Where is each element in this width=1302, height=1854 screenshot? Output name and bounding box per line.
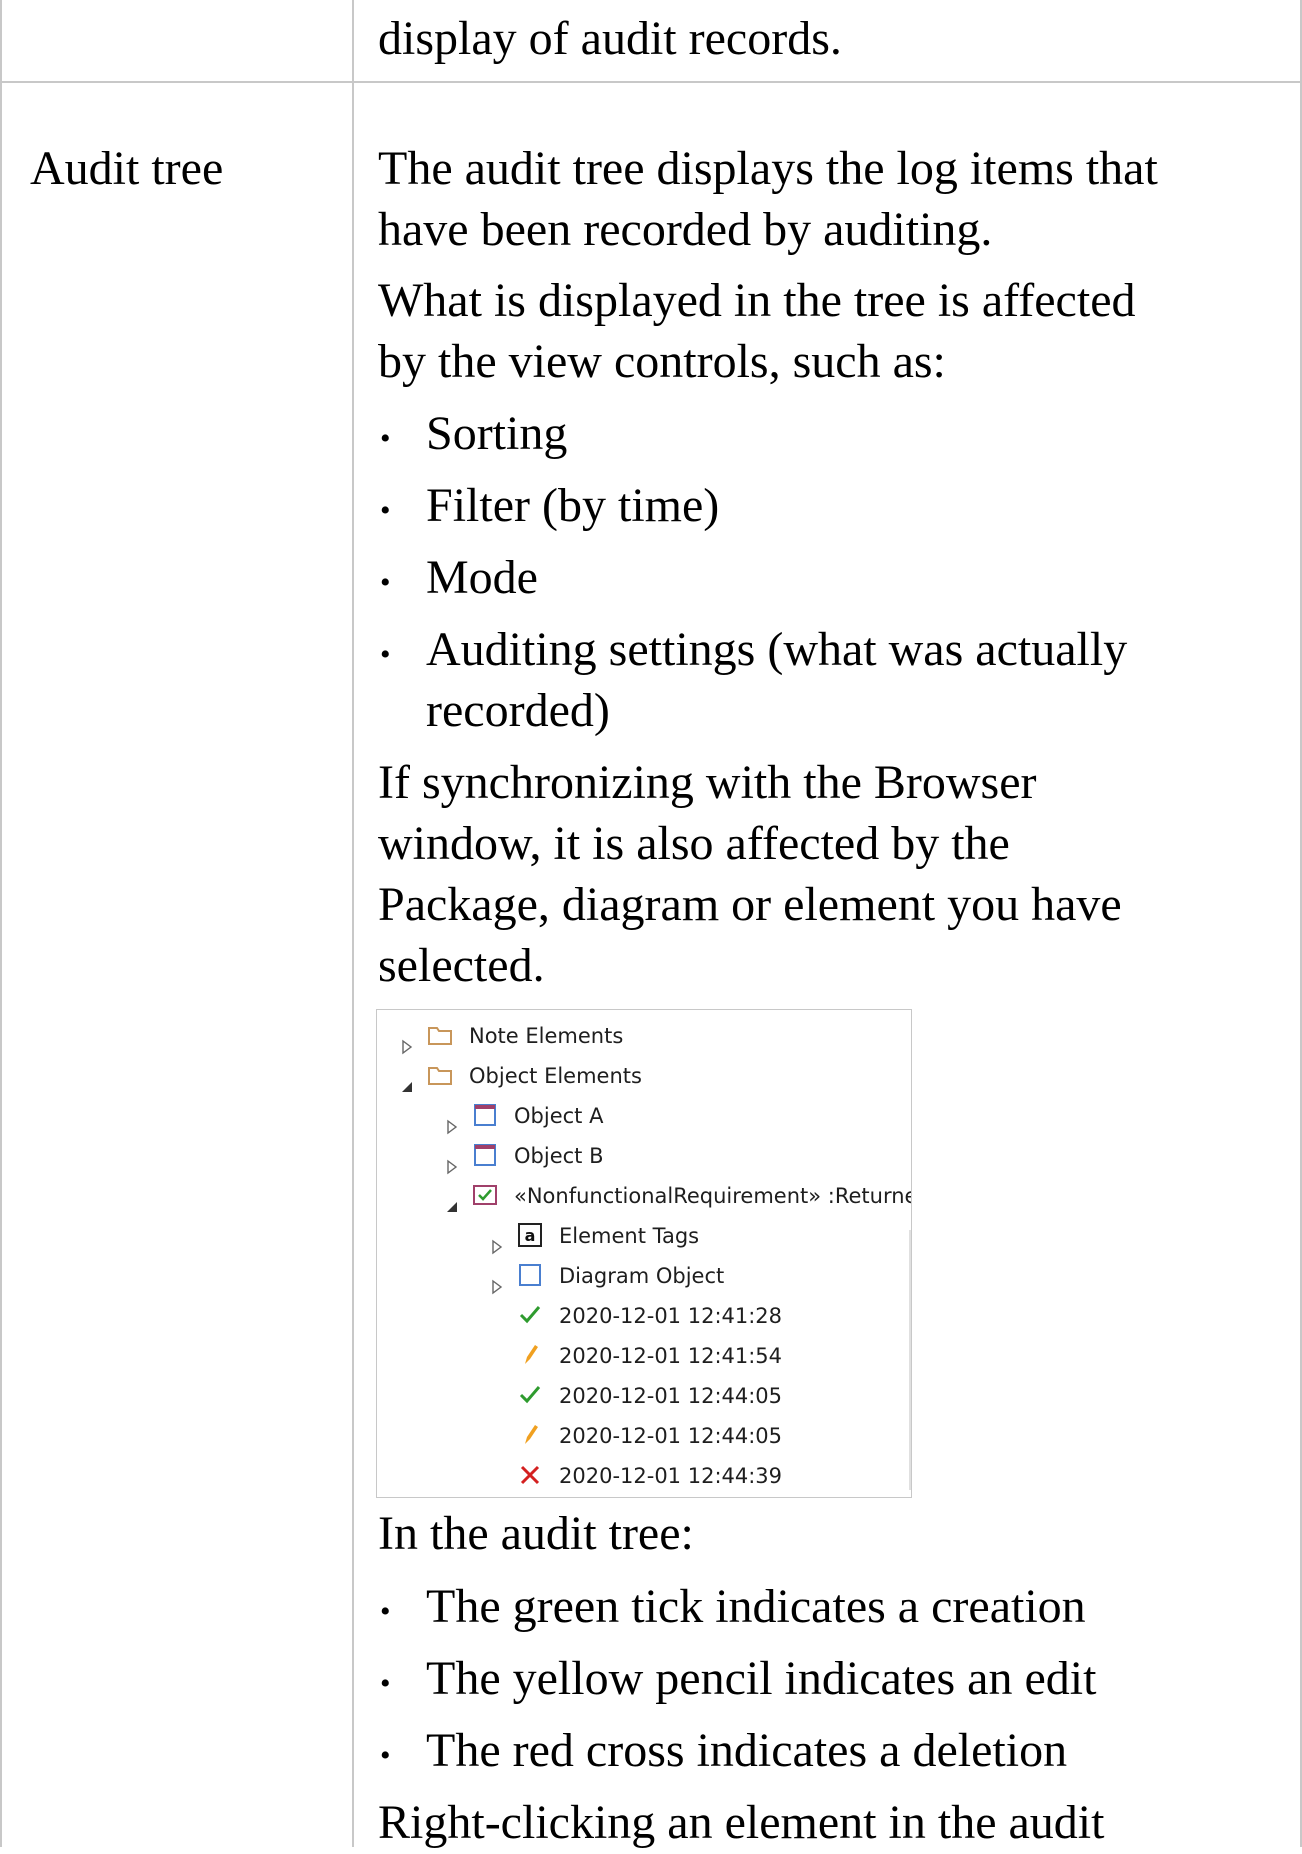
tree-row[interactable]: Object A <box>377 1096 911 1136</box>
bullet: • <box>380 638 391 671</box>
tags-icon: a <box>517 1221 543 1261</box>
tree-item-label: 2020-12-01 12:41:28 <box>559 1304 783 1328</box>
bullet: • <box>380 1667 391 1700</box>
object-icon <box>472 1101 498 1141</box>
tree-item-label: 2020-12-01 12:41:54 <box>559 1344 783 1368</box>
description-text: If synchronizing with the Browser <box>378 756 1037 809</box>
list-item: Filter (by time) <box>426 479 720 532</box>
tree-row[interactable]: 2020-12-01 12:44:05 <box>377 1416 911 1456</box>
audit-tree-screenshot: Note Elements Object Elements Object A Ob… <box>376 1009 912 1498</box>
description-text: selected. <box>378 939 545 992</box>
object-icon <box>472 1141 498 1181</box>
row-label: Audit tree <box>30 142 224 195</box>
tree-item-label: Object B <box>514 1144 604 1168</box>
list-item-continuation: recorded) <box>426 684 610 737</box>
bullet: • <box>380 1739 391 1772</box>
pencil-icon <box>517 1421 543 1461</box>
tree-row[interactable]: Object B <box>377 1136 911 1176</box>
tree-row[interactable]: Note Elements <box>377 1016 911 1056</box>
description-text: In the audit tree: <box>378 1507 694 1560</box>
tree-row[interactable]: 2020-12-01 12:44:39 <box>377 1456 911 1496</box>
tree-item-label: «NonfunctionalRequirement» :Returned <box>514 1184 912 1208</box>
tree-row[interactable]: 2020-12-01 12:41:54 <box>377 1336 911 1376</box>
folder-icon <box>427 1021 453 1061</box>
description-text: by the view controls, such as: <box>378 335 946 388</box>
tree-row[interactable]: a Element Tags <box>377 1216 911 1256</box>
pencil-icon <box>517 1341 543 1381</box>
cross-icon <box>517 1461 543 1497</box>
tree-row[interactable]: 2020-12-01 12:41:28 <box>377 1296 911 1336</box>
tree-item-label: 2020-12-01 12:44:39 <box>559 1464 783 1488</box>
tree-item-label: 2020-12-01 12:44:05 <box>559 1384 783 1408</box>
list-item: The yellow pencil indicates an edit <box>426 1652 1097 1705</box>
description-text: Package, diagram or element you have <box>378 878 1122 931</box>
folder-icon <box>427 1061 453 1101</box>
bullet: • <box>380 1595 391 1628</box>
bullet: • <box>380 494 391 527</box>
tree-item-label: Object A <box>514 1104 604 1128</box>
description-text: Right-clicking an element in the audit <box>378 1796 1105 1849</box>
tree-item-label: Object Elements <box>469 1064 642 1088</box>
description-text: The audit tree displays the log items th… <box>378 142 1158 195</box>
list-item: Mode <box>426 551 538 604</box>
tree-row[interactable]: Object Elements <box>377 1056 911 1096</box>
tree-row[interactable]: «NonfunctionalRequirement» :Returned <box>377 1176 911 1216</box>
table-column-divider <box>352 0 354 1847</box>
description-text: What is displayed in the tree is affecte… <box>378 274 1136 327</box>
requirement-icon <box>472 1181 498 1221</box>
tree-item-label: Note Elements <box>469 1024 624 1048</box>
tick-icon <box>517 1381 543 1421</box>
tick-icon <box>517 1301 543 1341</box>
list-item: The red cross indicates a deletion <box>426 1724 1068 1777</box>
bullet: • <box>380 422 391 455</box>
tree-item-label: Diagram Object <box>559 1264 725 1288</box>
tree-item-label: 2020-12-01 12:44:05 <box>559 1424 783 1448</box>
description-text: display of audit records. <box>378 12 842 65</box>
description-text: have been recorded by auditing. <box>378 203 993 256</box>
tree-row[interactable]: 2020-12-01 12:44:05 <box>377 1376 911 1416</box>
bullet: • <box>380 566 391 599</box>
tree-item-label: Element Tags <box>559 1224 700 1248</box>
diagram-object-icon <box>517 1261 543 1301</box>
table-row-divider <box>0 81 1302 83</box>
list-item: Sorting <box>426 407 568 460</box>
description-text: window, it is also affected by the <box>378 817 1010 870</box>
tree-row[interactable]: Diagram Object <box>377 1256 911 1296</box>
svg-text:a: a <box>525 1226 536 1245</box>
table-border-left <box>0 0 2 1847</box>
list-item: The green tick indicates a creation <box>426 1580 1086 1633</box>
list-item: Auditing settings (what was actually <box>426 623 1128 676</box>
